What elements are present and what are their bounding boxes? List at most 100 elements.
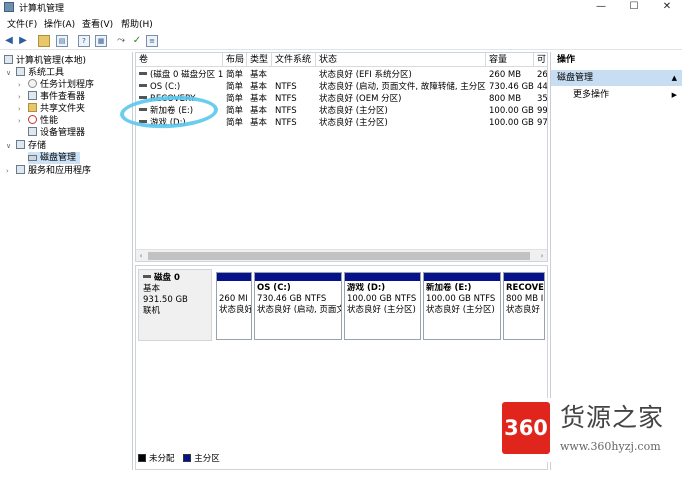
- scroll-right-arrow-icon[interactable]: ›: [537, 250, 547, 261]
- legend-primary: 主分区: [194, 454, 220, 464]
- volume-icon: [139, 72, 147, 75]
- more-actions-item[interactable]: 更多操作 ▶: [551, 88, 682, 102]
- collapse-arrow-icon[interactable]: ∨: [6, 67, 13, 79]
- disk-size: 931.50 GB: [143, 295, 188, 305]
- legend-unallocated: 未分配: [149, 454, 175, 464]
- tree-root-label: 计算机管理(本地): [16, 56, 87, 66]
- tree-item-shared-folders[interactable]: › 共享文件夹: [18, 103, 85, 115]
- up-folder-icon[interactable]: [38, 35, 50, 47]
- close-button[interactable]: ✕: [652, 0, 682, 14]
- window-title: 计算机管理: [19, 4, 65, 14]
- disk-name: 磁盘 0: [154, 273, 180, 283]
- tree-shared-folders-label: 共享文件夹: [40, 104, 86, 114]
- more-actions-label: 更多操作: [573, 90, 610, 100]
- horizontal-scrollbar[interactable]: ‹ ›: [136, 249, 547, 261]
- disk-icon: [28, 155, 37, 161]
- primary-partition-stripe: [255, 273, 341, 281]
- shared-folder-icon: [28, 103, 37, 112]
- event-viewer-icon: [28, 91, 37, 100]
- connect-icon[interactable]: ⤳: [115, 35, 127, 47]
- menu-view[interactable]: 查看(V): [82, 17, 113, 30]
- partition-os-c[interactable]: OS (C:) 730.46 GB NTFS 状态良好 (启动, 页面文: [254, 272, 342, 340]
- column-header-layout[interactable]: 布局: [223, 53, 247, 67]
- collapse-arrow-icon[interactable]: ∨: [6, 140, 13, 152]
- toolbar: ◀ ▶ ▤ ? ▦ ⤳ ✓ ≡: [0, 32, 682, 50]
- unallocated-swatch: [138, 454, 146, 462]
- actions-section-label: 磁盘管理: [557, 73, 594, 83]
- disk-type: 基本: [143, 284, 161, 294]
- partition-efi[interactable]: 260 MI 状态良好: [216, 272, 252, 340]
- navigation-tree: 计算机管理(本地) ∨ 系统工具 › 任务计划程序 › 事件查看器 › 共享文件夹 › 性…: [0, 52, 133, 470]
- tree-disk-management-label: 磁盘管理: [40, 153, 77, 163]
- tree-item-system-tools[interactable]: ∨ 系统工具: [6, 67, 64, 79]
- title-bar: 计算机管理 — ☐ ✕: [0, 0, 682, 14]
- list-view-icon[interactable]: ≡: [146, 35, 158, 47]
- partition-games-d[interactable]: 游戏 (D:) 100.00 GB NTFS 状态良好 (主分区): [344, 272, 421, 340]
- help-icon[interactable]: ?: [78, 35, 90, 47]
- table-row[interactable]: OS (C:) 简单 基本 NTFS 状态良好 (启动, 页面文件, 故障转储,…: [136, 81, 547, 93]
- checkmark-icon[interactable]: ✓: [131, 35, 143, 47]
- tree-services-label: 服务和应用程序: [28, 166, 92, 176]
- minimize-button[interactable]: —: [586, 0, 616, 14]
- tree-event-viewer-label: 事件查看器: [40, 92, 86, 102]
- legend: 未分配 主分区: [138, 454, 220, 464]
- actions-section-disk-management[interactable]: 磁盘管理 ▲: [551, 70, 682, 86]
- tree-item-event-viewer[interactable]: › 事件查看器: [18, 91, 85, 103]
- partition-recovery[interactable]: RECOVEI 800 MB I 状态良好: [503, 272, 545, 340]
- scrollbar-thumb[interactable]: [148, 252, 530, 260]
- tree-device-manager-label: 设备管理器: [40, 128, 86, 138]
- collapse-up-icon[interactable]: ▲: [672, 70, 677, 86]
- clock-icon: [28, 79, 37, 88]
- storage-icon: [16, 140, 25, 149]
- watermark-url: www.360hyzj.com: [560, 440, 661, 453]
- watermark-text: 货源之家: [560, 403, 665, 432]
- expand-arrow-icon[interactable]: ›: [6, 165, 13, 177]
- tools-icon: [16, 67, 25, 76]
- watermark: 360 货源之家 www.360hyzj.com: [500, 398, 682, 462]
- tree-item-root[interactable]: 计算机管理(本地): [4, 55, 86, 67]
- device-manager-icon: [28, 127, 37, 136]
- scroll-left-arrow-icon[interactable]: ‹: [136, 250, 146, 261]
- computer-icon: [4, 55, 13, 64]
- computer-management-icon: [4, 2, 14, 12]
- disk-0-info[interactable]: 磁盘 0 基本 931.50 GB 联机: [138, 269, 212, 341]
- back-arrow-icon[interactable]: ◀: [3, 35, 15, 47]
- volume-list: 卷 布局 类型 文件系统 状态 容量 可 (磁盘 0 磁盘分区 1) 简单 基本…: [135, 52, 548, 262]
- menu-action[interactable]: 操作(A): [44, 17, 75, 30]
- menu-help[interactable]: 帮助(H): [121, 17, 153, 30]
- volume-icon: [139, 84, 147, 87]
- expand-arrow-icon[interactable]: ›: [18, 79, 25, 91]
- column-header-free[interactable]: 可: [534, 53, 547, 67]
- expand-arrow-icon[interactable]: ›: [18, 103, 25, 115]
- performance-icon: [28, 115, 37, 124]
- tree-task-scheduler-label: 任务计划程序: [40, 80, 95, 90]
- maximize-button[interactable]: ☐: [619, 0, 649, 14]
- forward-arrow-icon[interactable]: ▶: [17, 35, 29, 47]
- table-row[interactable]: (磁盘 0 磁盘分区 1) 简单 基本 状态良好 (EFI 系统分区) 260 …: [136, 69, 547, 81]
- primary-partition-stripe: [217, 273, 251, 281]
- show-hide-tree-icon[interactable]: ▤: [56, 35, 68, 47]
- menu-bar: 文件(F) 操作(A) 查看(V) 帮助(H): [0, 16, 682, 30]
- disk-state: 联机: [143, 306, 161, 316]
- tree-item-storage[interactable]: ∨ 存储: [6, 140, 46, 152]
- primary-partition-stripe: [345, 273, 420, 281]
- watermark-logo: 360: [502, 402, 550, 454]
- properties-icon[interactable]: ▦: [95, 35, 107, 47]
- tree-system-tools-label: 系统工具: [28, 68, 65, 78]
- column-header-type[interactable]: 类型: [247, 53, 272, 67]
- tree-item-device-manager[interactable]: 设备管理器: [28, 127, 85, 139]
- tree-performance-label: 性能: [40, 116, 59, 126]
- tree-item-performance[interactable]: › 性能: [18, 115, 58, 127]
- tree-item-disk-management[interactable]: 磁盘管理: [28, 152, 81, 164]
- tree-item-task-scheduler[interactable]: › 任务计划程序: [18, 79, 94, 91]
- partition-new-volume-e[interactable]: 新加卷 (E:) 100.00 GB NTFS 状态良好 (主分区): [423, 272, 501, 340]
- column-header-status[interactable]: 状态: [316, 53, 486, 67]
- column-header-volume[interactable]: 卷: [136, 53, 223, 67]
- expand-arrow-icon[interactable]: ›: [18, 91, 25, 103]
- expand-arrow-icon[interactable]: ›: [18, 115, 25, 127]
- tree-item-services[interactable]: › 服务和应用程序: [6, 165, 91, 177]
- column-header-capacity[interactable]: 容量: [486, 53, 534, 67]
- menu-file[interactable]: 文件(F): [7, 17, 37, 30]
- disk-map: 磁盘 0 基本 931.50 GB 联机 260 MI 状态良好 OS (C:) 7…: [135, 265, 548, 470]
- column-header-filesystem[interactable]: 文件系统: [272, 53, 316, 67]
